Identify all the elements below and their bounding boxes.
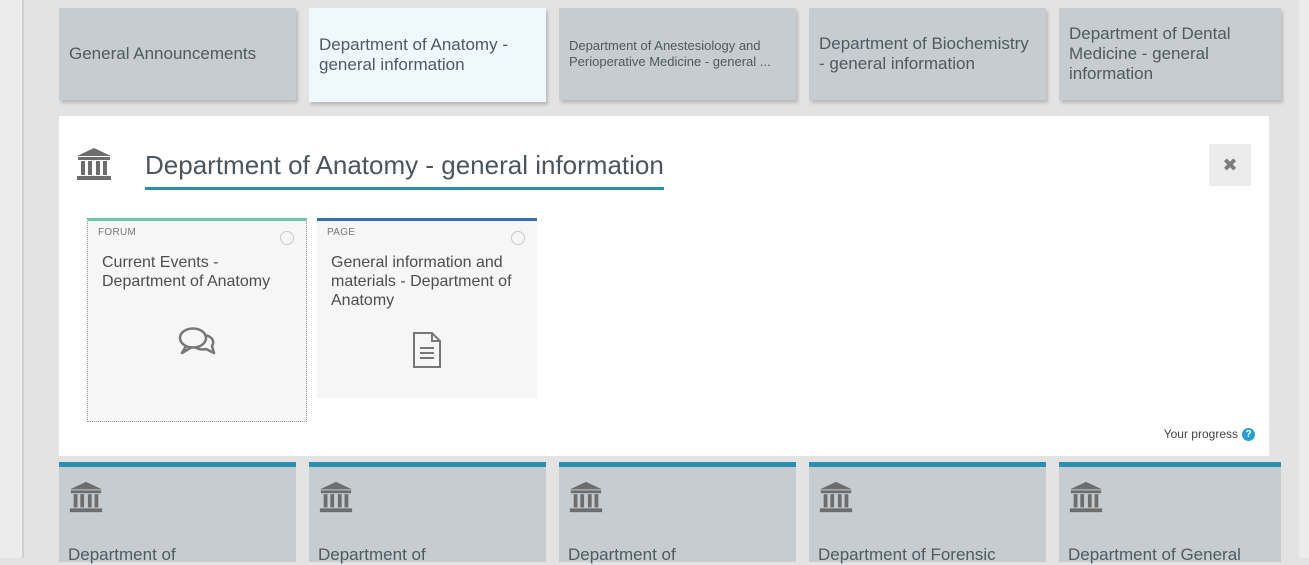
- section-panel: Department of Anatomy - general informat…: [59, 116, 1269, 456]
- left-scroll-rail: [0, 0, 24, 558]
- help-icon[interactable]: ?: [1242, 427, 1255, 441]
- section-tile[interactable]: Department of: [309, 462, 546, 564]
- tab-department-of-anatomy[interactable]: Department of Anatomy - general informat…: [309, 8, 546, 102]
- tab-label: Department of Anestesiology and Perioper…: [569, 38, 771, 69]
- tab-department-of-biochemistry[interactable]: Department of Biochemistry - general inf…: [809, 8, 1046, 100]
- institution-icon: [77, 148, 111, 180]
- completion-checkbox[interactable]: [511, 231, 525, 245]
- right-scroll-rail: [1299, 0, 1309, 558]
- institution-icon: [69, 481, 103, 513]
- section-tile-label: Department of General: [1068, 545, 1241, 564]
- section-tile-label: Department of: [68, 545, 176, 564]
- tab-label: Department of Dental Medicine - general …: [1069, 24, 1231, 83]
- section-tile[interactable]: Department of General: [1059, 462, 1281, 564]
- institution-icon: [819, 481, 853, 513]
- forum-chat-icon: [178, 327, 216, 355]
- tab-label: Department of Anatomy - general informat…: [319, 35, 508, 74]
- section-tile[interactable]: Department of: [59, 462, 296, 564]
- progress-text: Your progress: [1163, 427, 1238, 441]
- activity-type-label: FORUM: [98, 227, 137, 238]
- activity-title: General information and materials - Depa…: [331, 254, 512, 309]
- tab-label: General Announcements: [69, 44, 257, 63]
- institution-icon: [319, 481, 353, 513]
- activity-title: Current Events - Department of Anatomy: [102, 254, 271, 290]
- close-button[interactable]: ✖: [1209, 144, 1251, 186]
- section-tile[interactable]: Department of: [559, 462, 796, 564]
- section-tile[interactable]: Department of Forensic: [809, 462, 1046, 564]
- close-icon: ✖: [1222, 154, 1238, 175]
- activity-card-page[interactable]: PAGE General information and materials -…: [317, 218, 537, 398]
- institution-icon: [569, 481, 603, 513]
- tab-department-of-anestesiology[interactable]: Department of Anestesiology and Perioper…: [559, 8, 796, 100]
- section-tile-label: Department of: [318, 545, 426, 564]
- your-progress-label: Your progress ?: [1164, 427, 1255, 441]
- section-title: Department of Anatomy - general informat…: [145, 150, 664, 190]
- activity-type-label: PAGE: [327, 227, 356, 238]
- section-tile-label: Department of Forensic: [818, 545, 996, 564]
- tab-label: Department of Biochemistry - general inf…: [819, 34, 1029, 73]
- tab-general-announcements[interactable]: General Announcements: [59, 8, 296, 100]
- institution-icon: [1069, 481, 1103, 513]
- section-tile-label: Department of: [568, 545, 676, 564]
- page-document-icon: [413, 332, 441, 368]
- completion-checkbox[interactable]: [280, 231, 294, 245]
- activity-card-forum[interactable]: FORUM Current Events - Department of Ana…: [87, 218, 307, 422]
- tab-department-of-dental-medicine[interactable]: Department of Dental Medicine - general …: [1059, 8, 1281, 100]
